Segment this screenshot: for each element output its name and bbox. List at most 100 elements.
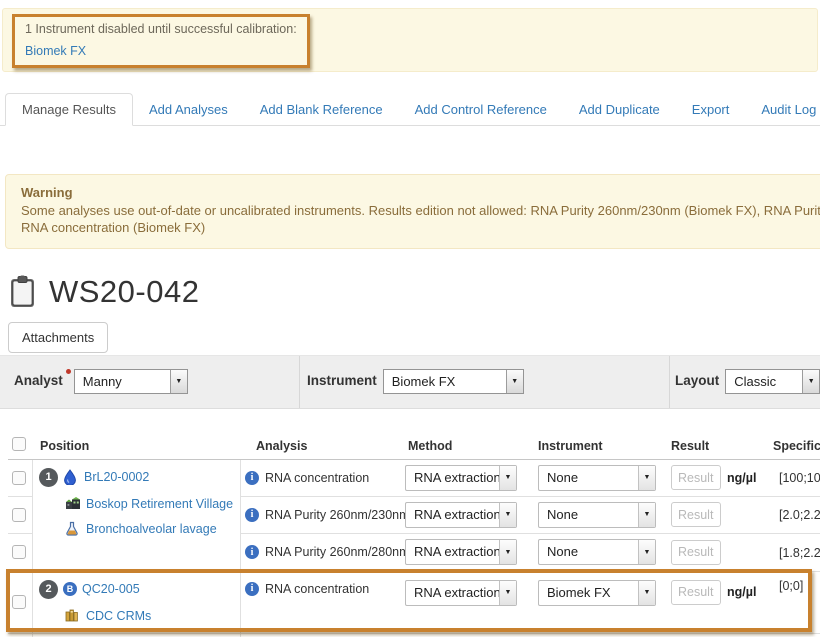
tab-audit-log[interactable]: Audit Log [745, 94, 820, 125]
tab-export[interactable]: Export [676, 94, 746, 125]
sample-link[interactable]: BrL20-0002 [84, 470, 149, 484]
chevron-down-icon: ▼ [499, 540, 516, 564]
analyst-selected-value: Manny [75, 370, 170, 393]
chevron-down-icon: ▼ [638, 581, 655, 605]
method-select[interactable]: RNA extraction ▼ [405, 465, 517, 491]
instrument-row-select[interactable]: None ▼ [538, 502, 656, 528]
instrument-disabled-message: 1 Instrument disabled until successful c… [25, 22, 297, 36]
analysis-rows: i RNA concentration RNA extraction ▼ Bio… [241, 572, 820, 633]
analyst-select[interactable]: Manny ▼ [74, 369, 188, 394]
instrument-row-select[interactable]: None ▼ [538, 539, 656, 565]
specification-value: [1.8;2.2] [779, 546, 820, 560]
worksheet-settings-bar: Analyst Manny ▼ Instrument Biomek FX ▼ L… [0, 355, 820, 409]
chevron-down-icon: ▼ [638, 466, 655, 490]
analyst-section: Analyst Manny ▼ [0, 356, 300, 408]
row-checkbox[interactable] [12, 545, 26, 559]
partial-next-row [8, 634, 820, 637]
analysis-name: RNA Purity 260nm/230nm [265, 508, 410, 522]
layout-selected-value: Classic [726, 370, 802, 393]
instrument-disabled-alert: 1 Instrument disabled until successful c… [2, 8, 818, 72]
analyst-label: Analyst [14, 373, 63, 388]
instrument-row-value: None [539, 466, 638, 490]
position-2-group: 2 B QC20-005 CDC CRMs i RNA concentratio… [8, 572, 820, 634]
calibration-warning-box: Warning Some analyses use out-of-date or… [5, 174, 820, 249]
table-header-row: Position Analysis Method Instrument Resu… [8, 433, 820, 460]
client-link[interactable]: Boskop Retirement Village [86, 497, 233, 511]
checkbox-column [8, 460, 33, 571]
instrument-section: Instrument Biomek FX ▼ [300, 356, 670, 408]
tab-add-control-reference[interactable]: Add Control Reference [399, 94, 563, 125]
worksheet-clipboard-icon [8, 275, 38, 309]
row-checkbox[interactable] [12, 471, 26, 485]
method-select[interactable]: RNA extraction ▼ [405, 580, 517, 606]
info-icon[interactable]: i [245, 508, 259, 522]
worksheet-tab-bar: Manage Results Add Analyses Add Blank Re… [0, 93, 820, 126]
result-input[interactable] [671, 540, 721, 565]
specification-value: [100;1000] [779, 471, 820, 485]
reference-sample-link[interactable]: QC20-005 [82, 582, 140, 596]
chevron-down-icon: ▼ [499, 466, 516, 490]
tab-add-duplicate[interactable]: Add Duplicate [563, 94, 676, 125]
analysis-name: RNA concentration [265, 471, 369, 485]
method-select[interactable]: RNA extraction ▼ [405, 502, 517, 528]
tutorial-highlight-frame: 1 Instrument disabled until successful c… [12, 14, 310, 68]
analysis-rows: i RNA concentration RNA extraction ▼ Non… [241, 460, 820, 571]
result-input[interactable] [671, 502, 721, 527]
method-selected-value: RNA extraction [406, 503, 499, 527]
position-cell: 2 B QC20-005 CDC CRMs [33, 572, 241, 633]
select-all-checkbox[interactable] [12, 437, 26, 451]
instrument-row-value: Biomek FX [539, 581, 638, 605]
result-input[interactable] [671, 580, 721, 605]
instrument-select[interactable]: Biomek FX ▼ [383, 369, 524, 394]
chevron-down-icon: ▼ [499, 581, 516, 605]
info-icon[interactable]: i [245, 582, 259, 596]
tab-add-analyses[interactable]: Add Analyses [133, 94, 244, 125]
header-method: Method [398, 439, 531, 453]
sample-type-link[interactable]: Bronchoalveolar lavage [86, 522, 217, 536]
reference-supplier-icon [65, 608, 81, 624]
analysis-name: RNA concentration [265, 582, 369, 596]
client-icon [65, 496, 81, 512]
tab-manage-results[interactable]: Manage Results [5, 93, 133, 126]
row-checkbox[interactable] [12, 508, 26, 522]
chevron-down-icon: ▼ [802, 370, 819, 393]
header-analysis: Analysis [241, 439, 398, 453]
sample-drop-icon [63, 469, 79, 485]
header-specification: Specification [768, 439, 820, 453]
warning-message: Some analyses use out-of-date or uncalib… [21, 202, 820, 237]
position-cell: 1 BrL20-0002 Boskop Retirement Village B… [33, 460, 241, 571]
tab-add-blank-reference[interactable]: Add Blank Reference [244, 94, 399, 125]
analysis-row: i RNA Purity 260nm/230nm RNA extraction … [241, 497, 820, 534]
method-selected-value: RNA extraction [406, 466, 499, 490]
header-position: Position [33, 439, 241, 453]
method-select[interactable]: RNA extraction ▼ [405, 539, 517, 565]
analysis-row: i RNA concentration RNA extraction ▼ Non… [241, 460, 820, 497]
reference-supplier-link[interactable]: CDC CRMs [86, 609, 151, 623]
method-selected-value: RNA extraction [406, 540, 499, 564]
chevron-down-icon: ▼ [499, 503, 516, 527]
layout-section: Layout Classic ▼ [670, 356, 820, 408]
instrument-row-select[interactable]: None ▼ [538, 465, 656, 491]
chevron-down-icon: ▼ [638, 503, 655, 527]
attachments-button[interactable]: Attachments [8, 322, 108, 353]
layout-select[interactable]: Classic ▼ [725, 369, 820, 394]
checkbox-column [8, 572, 33, 633]
warning-title: Warning [21, 184, 820, 202]
instrument-row-value: None [539, 503, 638, 527]
info-icon[interactable]: i [245, 545, 259, 559]
analysis-name: RNA Purity 260nm/280nm [265, 545, 410, 559]
page-title: WS20-042 [49, 274, 199, 310]
instrument-label: Instrument [307, 373, 377, 388]
position-1-group: 1 BrL20-0002 Boskop Retirement Village B… [8, 460, 820, 572]
position-badge: 2 [39, 580, 58, 599]
chevron-down-icon: ▼ [638, 540, 655, 564]
disabled-instrument-link[interactable]: Biomek FX [25, 44, 86, 58]
specification-value: [2.0;2.2] [779, 508, 820, 522]
info-icon[interactable]: i [245, 471, 259, 485]
position-badge: 1 [39, 468, 58, 487]
header-instrument: Instrument [531, 439, 665, 453]
method-selected-value: RNA extraction [406, 581, 499, 605]
instrument-row-select[interactable]: Biomek FX ▼ [538, 580, 656, 606]
row-checkbox[interactable] [12, 595, 26, 609]
result-input[interactable] [671, 465, 721, 490]
